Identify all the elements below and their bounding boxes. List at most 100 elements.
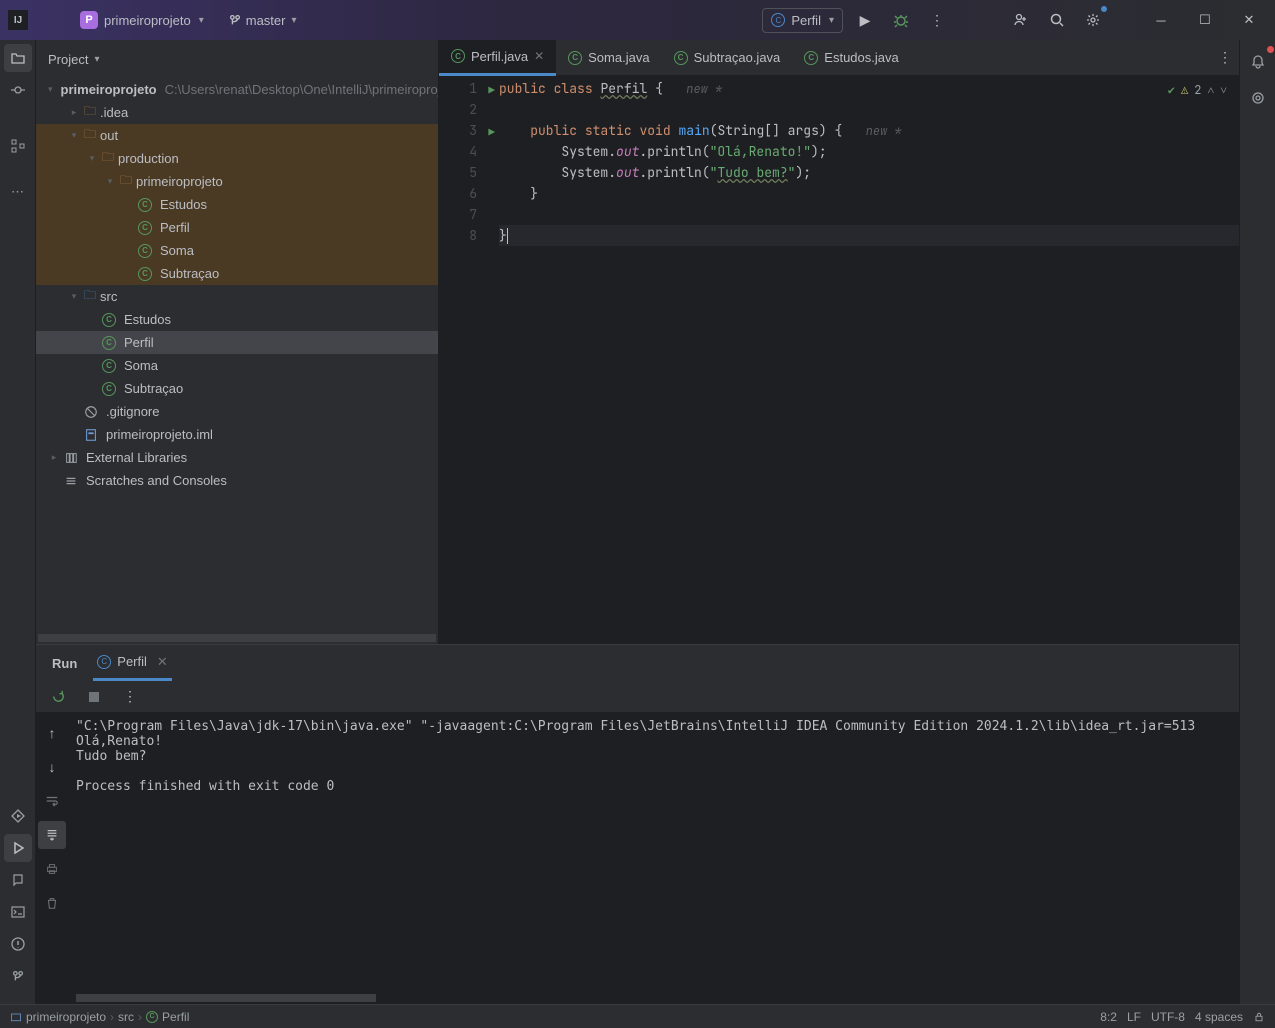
tree-class-estudos[interactable]: CEstudos xyxy=(36,308,438,331)
search-button[interactable] xyxy=(1043,6,1071,34)
tree-root-path: C:\Users\renat\Desktop\One\IntelliJ\prim… xyxy=(165,82,438,97)
branch-name: master xyxy=(246,13,286,28)
code-content[interactable]: public class Perfil { new * public stati… xyxy=(499,76,1239,644)
maximize-button[interactable]: ☐ xyxy=(1187,6,1223,34)
expand-icon[interactable]: ▾ xyxy=(68,291,80,302)
crumb-src[interactable]: src xyxy=(118,1010,134,1024)
expand-icon[interactable]: ▾ xyxy=(68,130,80,141)
readonly-lock-icon[interactable] xyxy=(1253,1011,1265,1023)
run-config-selector[interactable]: C Perfil ▾ xyxy=(762,8,843,33)
tree-class-soma[interactable]: CSoma xyxy=(36,354,438,377)
down-trace-button[interactable]: ↓ xyxy=(38,753,66,781)
class-icon: C xyxy=(102,313,116,327)
services-tool-button[interactable] xyxy=(4,802,32,830)
settings-button[interactable] xyxy=(1079,6,1107,34)
expand-icon[interactable]: ▾ xyxy=(86,153,98,164)
tree-folder-out-project[interactable]: ▾ 🗀 primeiroprojeto xyxy=(36,170,438,193)
rerun-button[interactable] xyxy=(44,683,72,711)
tab-perfil[interactable]: C Perfil.java ✕ xyxy=(439,40,556,76)
clear-button[interactable] xyxy=(38,889,66,917)
tree-file-iml[interactable]: primeiroprojeto.iml xyxy=(36,423,438,446)
ignore-icon xyxy=(84,405,98,419)
titlebar: IJ P primeiroprojeto ▾ master ▾ C Perfil… xyxy=(0,0,1275,40)
expand-icon[interactable]: ▸ xyxy=(48,452,60,463)
next-highlight-icon[interactable]: ˅ xyxy=(1220,82,1227,98)
debug-button[interactable] xyxy=(887,6,915,34)
tree-label: Scratches and Consoles xyxy=(86,473,227,488)
tree-root[interactable]: ▾ primeiroprojeto C:\Users\renat\Desktop… xyxy=(36,78,438,101)
soft-wrap-button[interactable] xyxy=(38,787,66,815)
vcs-branch-selector[interactable]: master ▾ xyxy=(220,9,305,32)
more-tools-button[interactable]: ⋯ xyxy=(4,178,32,206)
tree-external-libs[interactable]: ▸ External Libraries xyxy=(36,446,438,469)
structure-tool-button[interactable] xyxy=(4,132,32,160)
tab-subtracao[interactable]: C Subtraçao.java xyxy=(662,40,793,76)
indent-setting[interactable]: 4 spaces xyxy=(1195,1010,1243,1024)
project-tree: ▾ primeiroprojeto C:\Users\renat\Desktop… xyxy=(36,78,438,634)
expand-icon[interactable]: ▾ xyxy=(48,84,53,95)
main-menu-button[interactable] xyxy=(36,6,64,34)
code-with-me-button[interactable] xyxy=(1007,6,1035,34)
tree-label: primeiroprojeto.iml xyxy=(106,427,213,442)
more-actions-button[interactable]: ⋮ xyxy=(923,6,951,34)
run-tool-button[interactable] xyxy=(4,834,32,862)
tab-label: Subtraçao.java xyxy=(694,50,781,65)
crumb-file[interactable]: Perfil xyxy=(162,1010,189,1024)
tree-class-estudos-out[interactable]: CEstudos xyxy=(36,193,438,216)
tree-folder-production[interactable]: ▾ 🗀 production xyxy=(36,147,438,170)
stop-button[interactable] xyxy=(80,683,108,711)
notifications-button[interactable] xyxy=(1244,48,1272,76)
project-selector[interactable]: P primeiroprojeto ▾ xyxy=(72,7,212,33)
tab-estudos[interactable]: C Estudos.java xyxy=(792,40,910,76)
scrollbar-horizontal[interactable] xyxy=(38,634,436,642)
vcs-tool-button[interactable] xyxy=(4,962,32,990)
tree-folder-out[interactable]: ▾ 🗀 out xyxy=(36,124,438,147)
caret-position[interactable]: 8:2 xyxy=(1100,1010,1117,1024)
line-separator[interactable]: LF xyxy=(1127,1010,1141,1024)
commit-tool-button[interactable] xyxy=(4,76,32,104)
expand-icon[interactable]: ▸ xyxy=(68,107,80,118)
problems-tool-button[interactable] xyxy=(4,930,32,958)
tree-label: Perfil xyxy=(160,220,190,235)
run-button[interactable]: ▶ xyxy=(851,6,879,34)
tree-scratches[interactable]: Scratches and Consoles xyxy=(36,469,438,492)
class-icon: C xyxy=(138,221,152,235)
scroll-to-end-button[interactable] xyxy=(38,821,66,849)
close-tab-icon[interactable]: ✕ xyxy=(157,654,168,670)
close-window-button[interactable]: ✕ xyxy=(1231,6,1267,34)
up-trace-button[interactable]: ↑ xyxy=(38,719,66,747)
tree-file-gitignore[interactable]: .gitignore xyxy=(36,400,438,423)
class-icon: C xyxy=(97,655,111,669)
project-tool-button[interactable] xyxy=(4,44,32,72)
minimize-button[interactable]: ─ xyxy=(1143,6,1179,34)
file-encoding[interactable]: UTF-8 xyxy=(1151,1010,1185,1024)
print-button[interactable] xyxy=(38,855,66,883)
tree-class-subtracao[interactable]: CSubtraçao xyxy=(36,377,438,400)
console-scrollbar[interactable] xyxy=(76,994,376,1002)
prev-highlight-icon[interactable]: ˄ xyxy=(1207,82,1214,98)
console-output[interactable]: "C:\Program Files\Java\jdk-17\bin\java.e… xyxy=(68,713,1239,994)
run-tab-perfil[interactable]: C Perfil ✕ xyxy=(93,645,172,681)
close-tab-icon[interactable]: ✕ xyxy=(534,49,544,63)
tree-class-subtracao-out[interactable]: CSubtraçao xyxy=(36,262,438,285)
crumb-project[interactable]: primeiroprojeto xyxy=(26,1010,106,1024)
tab-soma[interactable]: C Soma.java xyxy=(556,40,661,76)
breadcrumb[interactable]: primeiroprojeto › src › C Perfil xyxy=(10,1010,189,1024)
tree-class-perfil-out[interactable]: C Perfil xyxy=(36,216,438,239)
tree-folder-idea[interactable]: ▸ 🗀 .idea xyxy=(36,101,438,124)
ai-assistant-button[interactable] xyxy=(1244,84,1272,112)
scratches-icon xyxy=(64,474,78,488)
editor-more-button[interactable]: ⋮ xyxy=(1211,44,1239,72)
project-panel-header[interactable]: Project ▾ xyxy=(36,40,438,78)
expand-icon[interactable]: ▾ xyxy=(104,176,116,187)
run-more-button[interactable]: ⋮ xyxy=(116,683,144,711)
inspection-widget[interactable]: ✔ ⚠2 ˄ ˅ xyxy=(1168,82,1227,98)
project-name: primeiroprojeto xyxy=(104,13,191,28)
tree-folder-src[interactable]: ▾ 🗀 src xyxy=(36,285,438,308)
code-editor[interactable]: 1▶ 2 3▶ 4 5 6 7 8 public class Perfil { … xyxy=(439,76,1239,644)
tree-class-perfil[interactable]: CPerfil xyxy=(36,331,438,354)
folder-icon: 🗀 xyxy=(120,171,132,192)
build-tool-button[interactable] xyxy=(4,866,32,894)
terminal-tool-button[interactable] xyxy=(4,898,32,926)
tree-class-soma-out[interactable]: CSoma xyxy=(36,239,438,262)
